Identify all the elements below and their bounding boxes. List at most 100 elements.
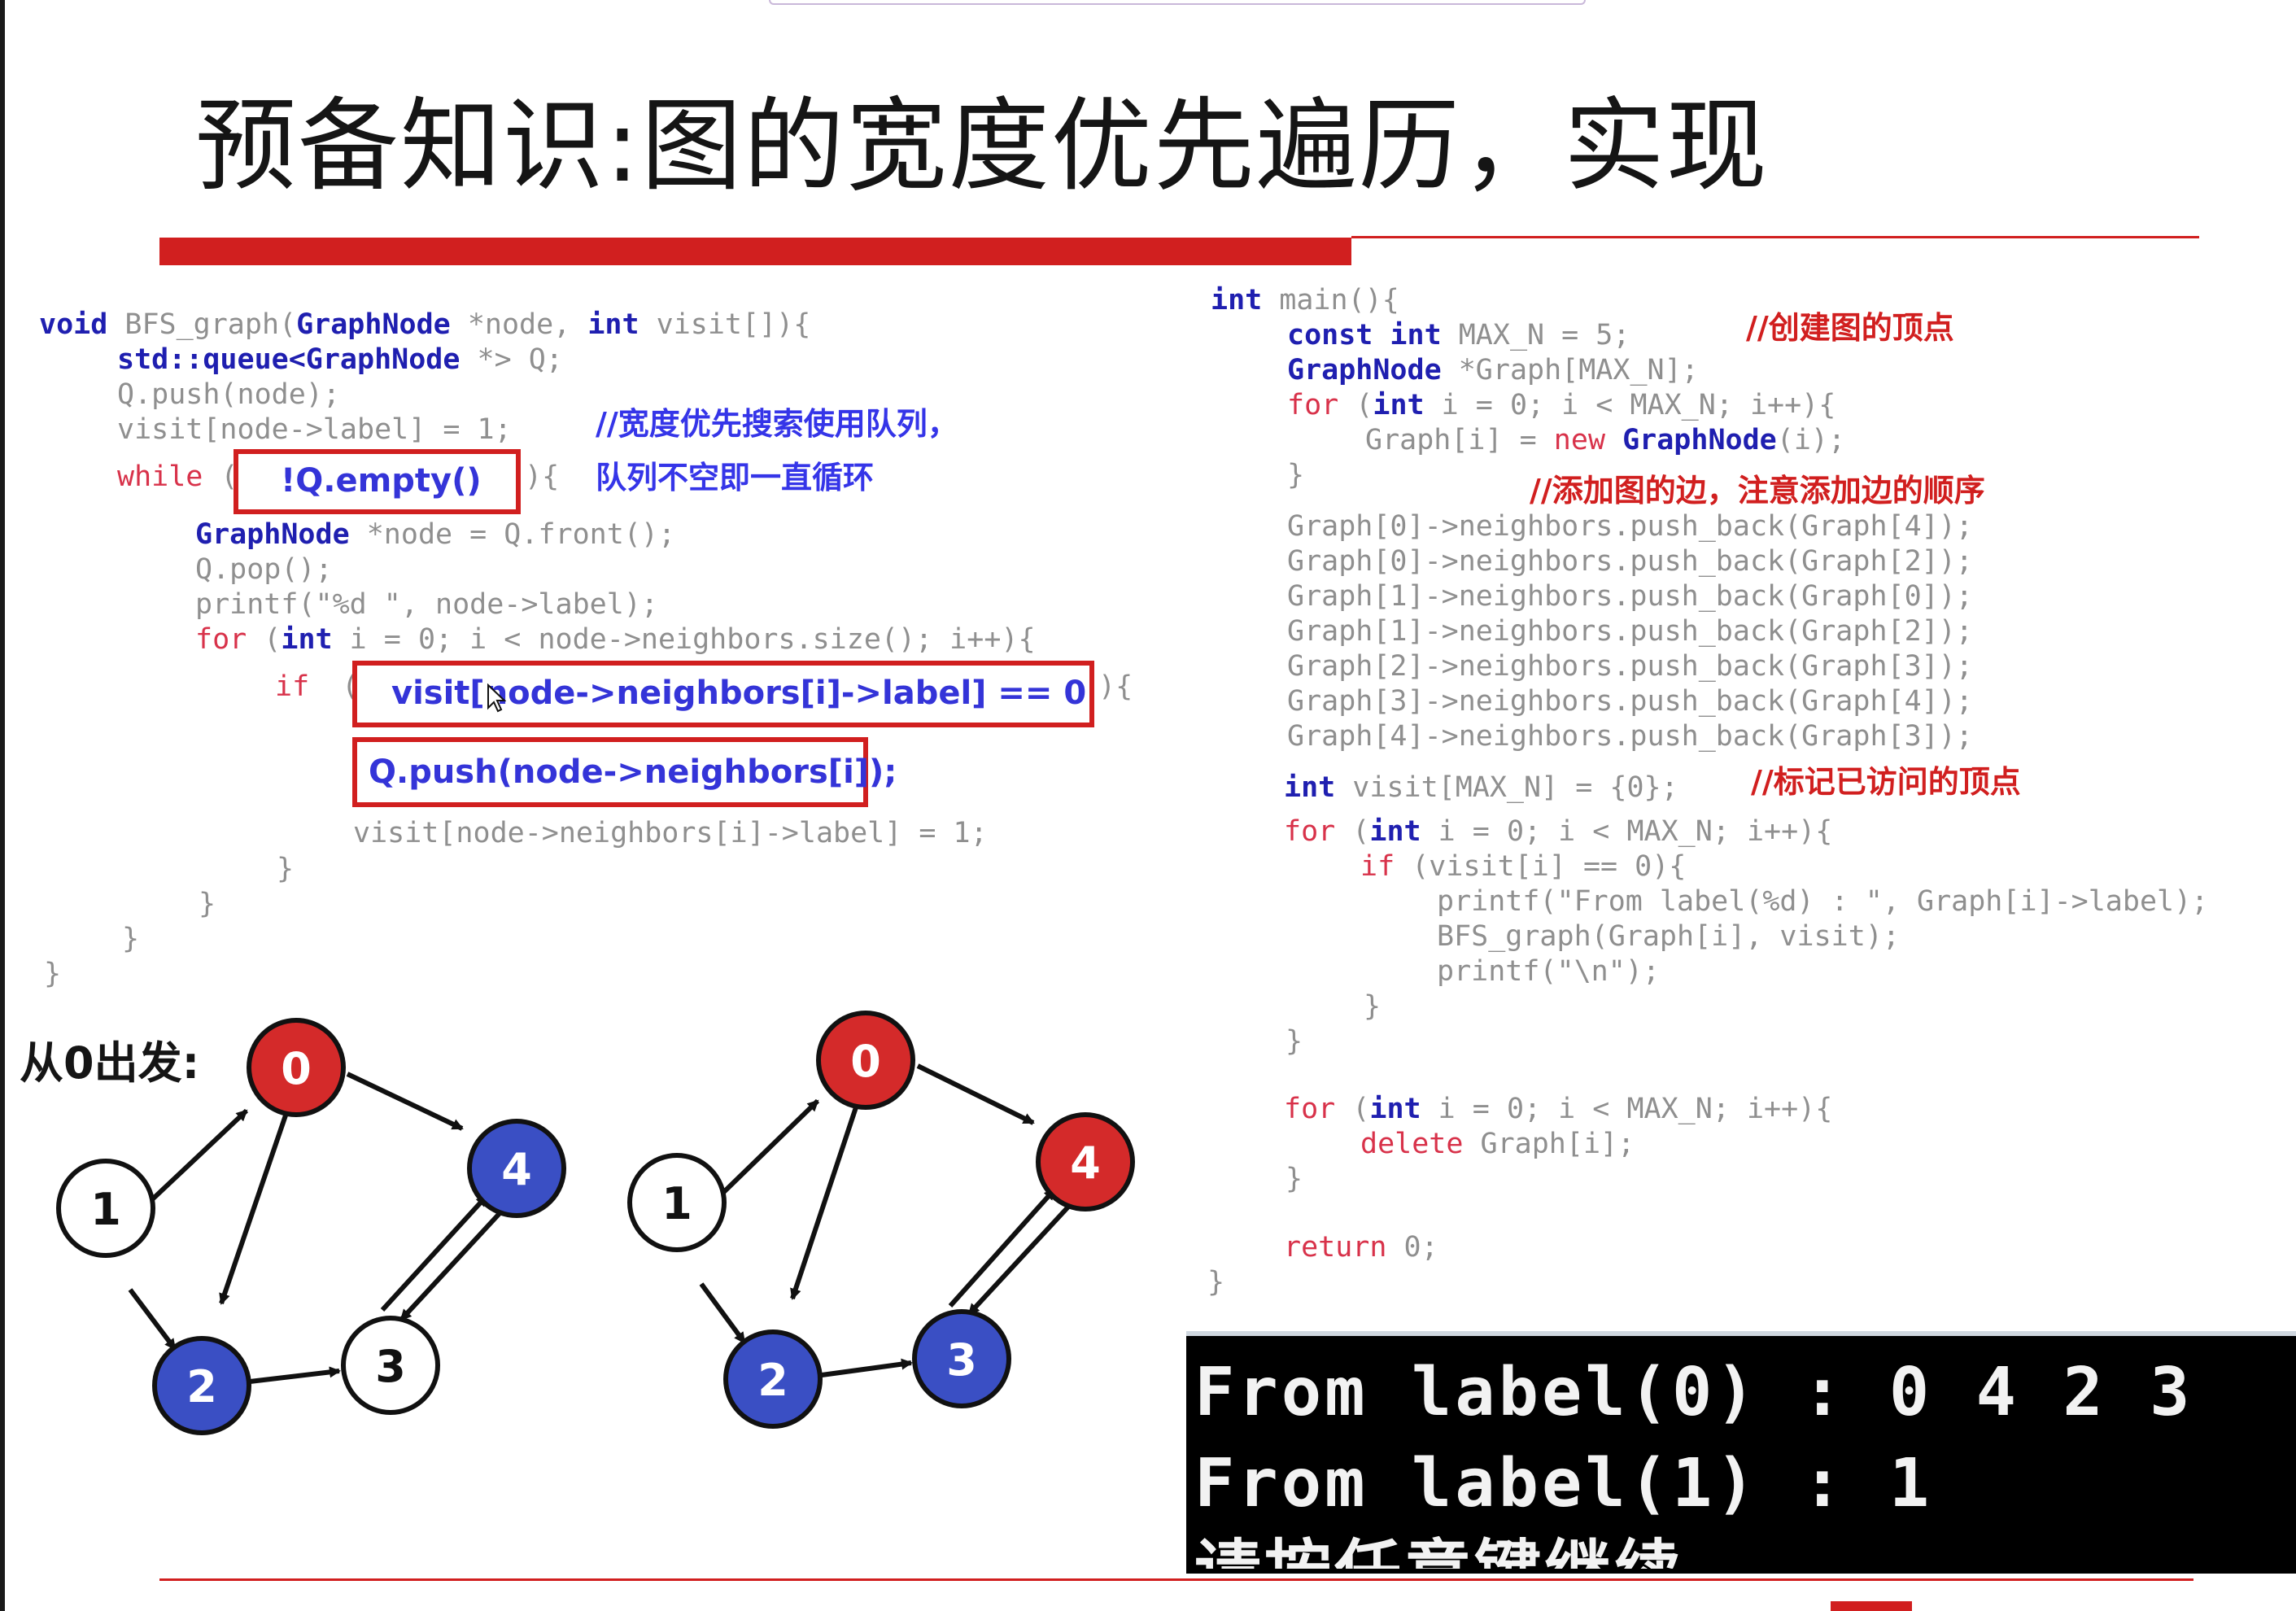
code-type: GraphNode (195, 518, 350, 551)
code-line: visit[node->label] = 1; (117, 413, 512, 446)
footer-divider (159, 1578, 2193, 1581)
code-line: Graph[2]->neighbors.push_back(Graph[3]); (1287, 650, 1973, 683)
code-text: visit[]){ (639, 308, 811, 341)
graph-node: 3 (341, 1316, 440, 1415)
node-label: 0 (281, 1043, 312, 1094)
code-line: } (277, 853, 295, 885)
code-line: Graph[3]->neighbors.push_back(Graph[4]); (1287, 685, 1973, 718)
footer-logo (1831, 1601, 1912, 1611)
code-text: ( (1335, 1093, 1370, 1125)
code-line: if (visit[i] == 0){ (1360, 849, 1686, 884)
code-text: *> Q; (460, 343, 563, 376)
node-label: 3 (375, 1341, 406, 1392)
code-type: GraphNode (296, 308, 451, 341)
code-keyword: new (1553, 424, 1606, 456)
code-line: } (199, 888, 216, 920)
code-line: void BFS_graph(GraphNode *node, int visi… (39, 308, 810, 343)
code-line: BFS_graph(Graph[i], visit); (1437, 920, 1900, 953)
edge-2-3 (249, 1366, 341, 1384)
code-text: *Graph[MAX_N]; (1441, 354, 1699, 386)
code-text: (i); (1776, 424, 1846, 456)
code-line: } (1364, 990, 1382, 1023)
code-line: } (122, 923, 140, 955)
code-keyword: if (1360, 850, 1395, 883)
node-label: 1 (90, 1184, 121, 1235)
code-line: for (int i = 0; i < MAX_N; i++){ (1284, 814, 1832, 849)
graph-node: 4 (1036, 1112, 1135, 1212)
code-keyword: if (275, 670, 310, 703)
code-text: *node, (450, 308, 588, 341)
code-text: *node = Q.front(); (349, 518, 676, 551)
edge-1-2 (699, 1282, 747, 1344)
code-comment: //创建图的顶点 (1746, 310, 1954, 346)
graph-node: 2 (723, 1329, 823, 1429)
title-underline-thick (159, 238, 1351, 265)
code-keyword: int (281, 623, 333, 656)
node-label: 2 (186, 1361, 217, 1412)
node-label: 0 (850, 1036, 881, 1087)
graph-diagram-left: 0 1 2 3 4 (56, 1018, 566, 1435)
code-text: 0; (1386, 1231, 1438, 1264)
highlight-box-queue-empty: !Q.empty() (234, 449, 521, 514)
code-comment: 队列不空即一直循环 (596, 460, 875, 496)
code-text: i = 0; i < MAX_N; i++){ (1421, 1093, 1833, 1125)
console-line: 请按任意键继续 (1194, 1531, 1684, 1569)
code-keyword: void (39, 308, 108, 341)
console-output: From label(0) : 0 4 2 3 From label(1) : … (1186, 1331, 2296, 1574)
edge-0-2 (219, 1110, 290, 1305)
code-line: } (1287, 459, 1305, 491)
edge-0-4 (346, 1072, 464, 1131)
code-line: if( (275, 670, 359, 705)
edge-2-3 (821, 1358, 913, 1377)
code-text: MAX_N = 5; (1441, 319, 1630, 351)
code-line: Q.push(node); (117, 378, 340, 411)
graph-node: 3 (912, 1309, 1011, 1408)
code-keyword: const int (1287, 319, 1442, 351)
edge-3-4 (948, 1187, 1057, 1308)
code-text: main(){ (1262, 284, 1399, 317)
code-line: } (1207, 1266, 1225, 1299)
code-text: Graph[i]; (1463, 1128, 1635, 1160)
edge-1-2 (128, 1288, 177, 1351)
code-text: Graph[i] = (1365, 424, 1554, 456)
graph-node: 2 (152, 1336, 251, 1435)
code-keyword: int (1284, 771, 1336, 804)
node-label: 4 (1070, 1137, 1101, 1189)
code-line: Graph[0]->neighbors.push_back(Graph[2]); (1287, 545, 1973, 578)
edge-4-3 (399, 1207, 505, 1322)
code-type: GraphNode (1287, 354, 1442, 386)
code-line: Graph[i] = new GraphNode(i); (1365, 423, 1845, 458)
code-line: GraphNode *node = Q.front(); (195, 517, 675, 552)
code-type: GraphNode (1622, 424, 1777, 456)
edge-4-3 (967, 1202, 1073, 1316)
code-keyword: return (1284, 1231, 1387, 1264)
code-line: for (int i = 0; i < MAX_N; i++){ (1284, 1092, 1832, 1127)
code-text: visit[MAX_N] = {0}; (1335, 771, 1678, 804)
title-underline-thin (1351, 236, 2199, 238)
code-line: delete Graph[i]; (1360, 1127, 1635, 1162)
code-text: ( (1335, 815, 1370, 848)
graph-node: 4 (467, 1119, 566, 1218)
code-line: return 0; (1284, 1230, 1438, 1265)
node-label: 1 (661, 1178, 692, 1229)
highlight-box-queue-push: Q.push(node->neighbors[i]); (352, 737, 897, 807)
edge-3-4 (380, 1194, 489, 1312)
code-line: ){ (525, 461, 560, 493)
code-line: printf("\n"); (1437, 955, 1660, 988)
code-comment: //标记已访问的顶点 (1751, 764, 2021, 800)
code-keyword: delete (1360, 1128, 1464, 1160)
code-keyword: for (1284, 815, 1336, 848)
code-line: ){ (1098, 670, 1133, 703)
node-label: 3 (946, 1334, 977, 1386)
code-line: while( (117, 460, 238, 495)
highlight-text: Q.push(node->neighbors[i]); (369, 753, 897, 791)
graph-node: 1 (627, 1153, 727, 1252)
highlight-text: !Q.empty() (281, 462, 482, 500)
code-text: ( (247, 623, 282, 656)
code-line: printf("%d ", node->label); (195, 588, 658, 621)
node-label: 2 (757, 1355, 788, 1406)
code-line: std::queue<GraphNode *> Q; (117, 343, 563, 378)
code-text: i = 0; i < MAX_N; i++){ (1424, 389, 1836, 421)
code-keyword: int (1369, 1093, 1421, 1125)
highlight-box-visit-check: visit[node->neighbors[i]->label] == 0 (352, 661, 1094, 727)
